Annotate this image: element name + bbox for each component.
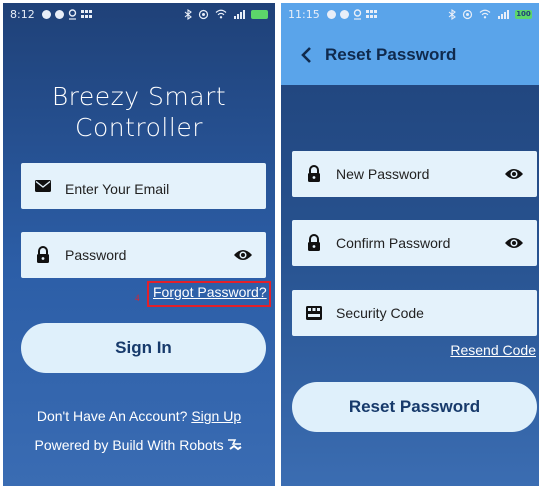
app-title-line-2: Controller — [75, 113, 203, 142]
powered-by-text: Powered by Build With Robots — [34, 437, 224, 453]
location-icon — [353, 8, 361, 20]
login-screen: 8:12 Breezy Smart Controller Enter Your … — [3, 3, 275, 486]
vibrate-icon — [198, 9, 209, 19]
status-time: 8:12 — [10, 7, 35, 21]
eye-icon[interactable] — [232, 247, 254, 263]
status-time: 11:15 — [288, 7, 320, 21]
notification-dot-icon — [326, 9, 336, 19]
page-title: Reset Password — [325, 45, 457, 64]
no-account-text: Don't Have An Account? — [36, 408, 188, 424]
confirm-password-field[interactable]: Confirm Password — [292, 220, 537, 266]
eye-icon[interactable] — [503, 166, 525, 182]
status-bar: 8:12 — [3, 3, 275, 25]
lock-icon — [304, 233, 324, 253]
notification-icons — [41, 8, 92, 20]
password-field[interactable]: Password — [21, 232, 266, 278]
resend-code-link[interactable]: Resend Code — [450, 342, 536, 358]
keypad-icon — [304, 303, 324, 323]
notification-dot-icon — [54, 9, 64, 19]
password-placeholder: Password — [65, 247, 127, 263]
app-title: Breezy Smart Controller — [3, 81, 275, 143]
robot-logo-icon — [228, 439, 243, 451]
mail-icon — [33, 176, 53, 196]
grid-icon — [80, 9, 92, 18]
new-password-field[interactable]: New Password — [292, 151, 537, 197]
grid-icon — [365, 9, 377, 18]
sign-up-link[interactable]: Sign Up — [191, 408, 241, 424]
location-icon — [68, 8, 76, 20]
notification-dot-icon — [339, 9, 349, 19]
battery-icon: 100 — [515, 9, 532, 19]
battery-icon — [251, 9, 268, 19]
wifi-icon — [215, 9, 227, 19]
forgot-password-link[interactable]: Forgot Password? — [153, 284, 267, 300]
app-title-line-1: Breezy Smart — [51, 82, 227, 111]
eye-icon[interactable] — [503, 235, 525, 251]
signal-icon — [498, 10, 509, 19]
status-bar: 11:15 100 — [281, 3, 539, 25]
notification-dot-icon — [41, 9, 51, 19]
signal-icon — [234, 10, 245, 19]
confirm-password-placeholder: Confirm Password — [336, 235, 451, 251]
system-icons: 100 — [448, 8, 532, 20]
bluetooth-icon — [448, 8, 456, 20]
reset-password-button[interactable]: Reset Password — [292, 382, 537, 432]
signup-row: Don't Have An Account? Sign Up — [3, 408, 275, 424]
system-icons — [184, 8, 268, 20]
reset-password-screen: 11:15 100 Reset Password New Password Co… — [281, 3, 539, 486]
email-placeholder: Enter Your Email — [65, 181, 170, 197]
security-code-field[interactable]: Security Code — [292, 290, 537, 336]
lock-icon — [304, 164, 324, 184]
new-password-placeholder: New Password — [336, 166, 430, 182]
lock-icon — [33, 245, 53, 265]
notification-icons — [326, 8, 377, 20]
bluetooth-icon — [184, 8, 192, 20]
app-bar: Reset Password — [281, 25, 539, 85]
vibrate-icon — [462, 9, 473, 19]
security-code-placeholder: Security Code — [336, 305, 424, 321]
powered-by-row: Powered by Build With Robots — [3, 437, 275, 453]
wifi-icon — [479, 9, 491, 19]
back-chevron-icon[interactable] — [295, 44, 317, 66]
sign-in-button[interactable]: Sign In — [21, 323, 266, 373]
annotation-number: 4 — [135, 293, 140, 303]
email-field[interactable]: Enter Your Email — [21, 163, 266, 209]
